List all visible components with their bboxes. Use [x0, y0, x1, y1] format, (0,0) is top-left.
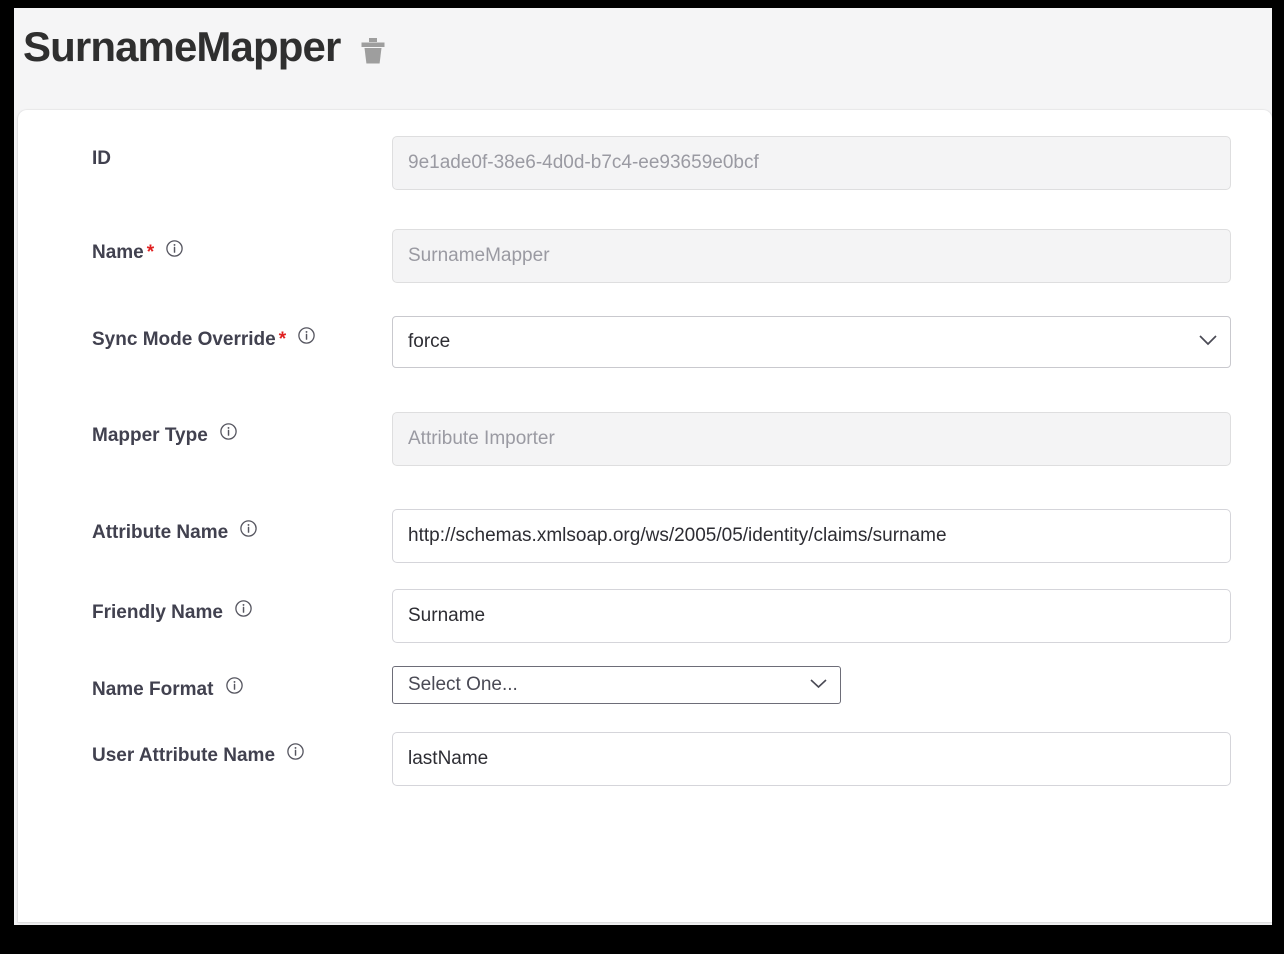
mapper-type-input: [392, 412, 1231, 466]
label-id-text: ID: [92, 148, 111, 169]
sync-mode-override-select-wrap: force: [392, 316, 1231, 368]
form-row-user-attribute-name: User Attribute Name: [18, 732, 1272, 786]
label-name-text: Name: [92, 242, 144, 263]
user-attribute-name-input[interactable]: [392, 732, 1231, 786]
form-row-sync-mode-override: Sync Mode Override * force: [18, 316, 1272, 368]
info-circle-icon[interactable]: [240, 519, 258, 537]
label-name-format-text: Name Format: [92, 679, 214, 700]
sync-mode-override-select[interactable]: force: [392, 316, 1231, 368]
label-mapper-type-text: Mapper Type: [92, 425, 208, 446]
form-row-friendly-name: Friendly Name: [18, 589, 1272, 643]
info-circle-icon[interactable]: [287, 742, 305, 760]
field-col-friendly-name: [392, 589, 1272, 643]
info-circle-icon[interactable]: [235, 599, 252, 617]
label-sync-mode-override-text: Sync Mode Override: [92, 329, 276, 350]
field-col-id: [392, 136, 1272, 190]
form-row-name-format: Name Format Select One...: [18, 666, 1272, 704]
field-col-attribute-name: [392, 509, 1272, 563]
info-circle-icon[interactable]: [225, 676, 243, 694]
field-col-mapper-type: [392, 412, 1272, 466]
label-name-format: Name Format: [92, 666, 392, 704]
name-input: [392, 229, 1231, 283]
label-friendly-name: Friendly Name: [92, 589, 392, 627]
page-title: SurnameMapper: [23, 23, 341, 70]
label-name: Name *: [92, 229, 392, 267]
form-row-id: ID: [18, 136, 1272, 190]
label-user-attribute-name: User Attribute Name: [92, 732, 392, 770]
name-format-select[interactable]: Select One...: [392, 666, 841, 704]
form-row-name: Name *: [18, 229, 1272, 283]
field-col-name: [392, 229, 1272, 283]
field-col-user-attribute-name: [392, 732, 1272, 786]
name-format-value: Select One...: [408, 674, 518, 695]
name-format-select-wrap: Select One...: [392, 666, 841, 704]
label-user-attribute-name-text: User Attribute Name: [92, 745, 276, 766]
required-asterisk-sync-mode: *: [278, 329, 287, 350]
form-row-mapper-type: Mapper Type: [18, 412, 1272, 466]
field-col-sync-mode-override: force: [392, 316, 1272, 368]
sync-mode-override-value: force: [408, 331, 451, 352]
label-friendly-name-text: Friendly Name: [92, 602, 223, 623]
page-viewport: SurnameMapper ID 9e1ade0f-38e6-4d0d-b7c4…: [14, 8, 1272, 925]
screenshot-frame: SurnameMapper ID 9e1ade0f-38e6-4d0d-b7c4…: [0, 0, 1284, 954]
label-attribute-name-text: Attribute Name: [92, 522, 229, 543]
form-row-attribute-name: Attribute Name: [18, 509, 1272, 563]
trash-icon: [361, 38, 385, 64]
mapper-form-card: ID Name*: [18, 110, 1272, 922]
info-circle-icon[interactable]: [166, 239, 184, 257]
label-id: ID: [92, 136, 392, 173]
delete-mapper-button[interactable]: [358, 35, 388, 67]
id-input: [392, 136, 1231, 190]
label-attribute-name: Attribute Name: [92, 509, 392, 547]
attribute-name-input[interactable]: [392, 509, 1231, 563]
info-circle-icon[interactable]: [298, 326, 316, 344]
page-header: SurnameMapper: [14, 8, 1272, 110]
field-col-name-format: Select One...: [392, 666, 1272, 704]
friendly-name-input[interactable]: [392, 589, 1231, 643]
info-circle-icon[interactable]: [220, 422, 237, 440]
label-sync-mode-override: Sync Mode Override *: [92, 316, 392, 354]
required-asterisk-name: *: [146, 242, 155, 263]
label-mapper-type: Mapper Type: [92, 412, 392, 450]
